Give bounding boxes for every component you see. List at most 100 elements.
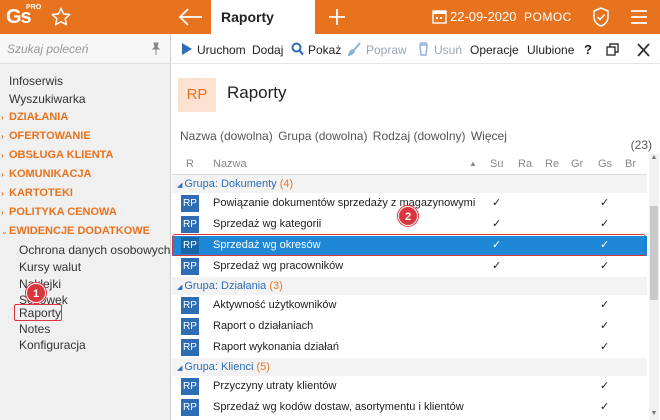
col-gr[interactable]: Gr — [571, 158, 583, 170]
search-input[interactable]: Szukaj poleceń — [7, 42, 88, 56]
col-re[interactable]: Re — [545, 158, 559, 170]
tab-raporty[interactable]: Raporty — [211, 0, 315, 34]
table-row[interactable]: RP Sprzedaż wg kodów dostaw, asortymentu … — [172, 398, 647, 418]
sidebar-item-infoserwis[interactable]: Infoserwis — [9, 74, 63, 88]
sidebar-item-kursy-walut[interactable]: Kursy walut — [19, 260, 81, 274]
help-button[interactable]: ? — [584, 42, 592, 57]
group-prefix: Grupa: — [184, 361, 218, 373]
check-gs-icon: ✓ — [600, 320, 610, 332]
group-label: ◢ Grupa: Dokumenty (4) — [177, 178, 293, 190]
group-header[interactable]: ◢ Grupa: Działania (3) — [172, 277, 647, 295]
report-icon: RP — [181, 195, 199, 212]
app-logo[interactable]: Gs PRO — [4, 4, 42, 32]
check-gs-icon: ✓ — [600, 218, 610, 230]
sidebar-item-notes[interactable]: Notes — [19, 322, 50, 336]
favorites-button[interactable]: Ulubione — [527, 43, 574, 57]
report-name: Powiązanie dokumentów sprzedaży z magazy… — [213, 197, 476, 209]
pin-icon[interactable] — [150, 42, 162, 56]
new-tab-plus-icon[interactable] — [326, 6, 348, 28]
sidebar-cat-polityka-cenowa[interactable]: › POLITYKA CENOWA — [1, 206, 117, 218]
check-gs-icon: ✓ — [600, 197, 610, 209]
help-link[interactable]: POMOC — [524, 10, 572, 24]
table-row[interactable]: RP Raport o działaniach ✓ — [172, 317, 647, 337]
shield-check-icon[interactable] — [592, 7, 610, 27]
table-row[interactable]: RP Aktywność użytkowników ✓ — [172, 296, 647, 316]
group-count: (4) — [279, 178, 294, 190]
play-icon[interactable] — [180, 42, 193, 56]
check-su-icon: ✓ — [492, 197, 502, 209]
check-gs-icon: ✓ — [600, 401, 610, 413]
report-name: Przyczyny utraty klientów — [213, 380, 337, 392]
col-su[interactable]: Su — [490, 158, 503, 170]
back-arrow-icon[interactable] — [178, 7, 204, 27]
report-icon: RP — [181, 297, 199, 314]
current-date[interactable]: 22-09-2020 — [450, 9, 517, 24]
annotation-highlight-row — [172, 234, 646, 256]
menu-hamburger-icon[interactable] — [630, 9, 648, 25]
scrollbar-thumb[interactable] — [650, 206, 658, 300]
sidebar-cat-komunikacja[interactable]: › KOMUNIKACJA — [1, 168, 92, 180]
group-prefix: Grupa: — [184, 280, 218, 292]
sidebar-item-konfiguracja[interactable]: Konfiguracja — [19, 338, 86, 352]
group-header[interactable]: ◢ Grupa: Dokumenty (4) — [172, 175, 647, 193]
table-row[interactable]: RP Raport wykonania działań ✓ — [172, 338, 647, 358]
group-header[interactable]: ◢ Grupa: Klienci (5) — [172, 358, 647, 376]
run-button[interactable]: Uruchom — [197, 43, 246, 57]
sidebar-cat-obsluga-klienta[interactable]: › OBSŁUGA KLIENTA — [1, 149, 114, 161]
sidebar-cat-ewidencje-dodatkowe[interactable]: ⌄EWIDENCJE DODATKOWE — [1, 225, 150, 237]
command-search[interactable]: Szukaj poleceń — [0, 34, 170, 64]
filter-group[interactable]: Grupa (dowolna) — [278, 129, 367, 143]
col-ra[interactable]: Ra — [518, 158, 532, 170]
favorite-star-icon[interactable] — [50, 6, 72, 28]
vertical-scrollbar[interactable]: ▲ ▼ — [649, 154, 659, 420]
restore-window-icon[interactable] — [606, 43, 619, 57]
page-title: Raporty — [227, 83, 287, 102]
filter-name[interactable]: Nazwa (dowolna) — [180, 129, 273, 143]
col-gs[interactable]: Gs — [598, 158, 612, 170]
filter-more[interactable]: Więcej — [471, 129, 507, 143]
sidebar-cat-dzialania[interactable]: › DZIAŁANIA — [1, 111, 68, 123]
brush-icon — [348, 42, 361, 56]
sidebar-cat-kartoteki[interactable]: › KARTOTEKI — [1, 187, 73, 199]
filter-kind[interactable]: Rodzaj (dowolny) — [373, 129, 466, 143]
sidebar-item-wyszukiwarka[interactable]: Wyszukiwarka — [9, 92, 86, 106]
check-su-icon: ✓ — [492, 260, 502, 272]
show-button[interactable]: Pokaż — [308, 43, 341, 57]
cat-label: OFERTOWANIE — [9, 130, 91, 142]
report-icon: RP — [181, 378, 199, 395]
toolbar: Uruchom Dodaj Pokaż Popraw Usuń Operacje… — [172, 34, 660, 64]
annotation-highlight-raporty — [14, 304, 62, 321]
table-row[interactable]: RP Sprzedaż wg pracowników ✓ ✓ — [172, 257, 647, 277]
calendar-icon[interactable] — [432, 9, 447, 24]
close-icon[interactable] — [637, 43, 650, 57]
logo-pro: PRO — [26, 4, 42, 11]
search-icon[interactable] — [291, 42, 304, 56]
report-name: Aktywność użytkowników — [213, 299, 337, 311]
report-name: Sprzedaż wg pracowników — [213, 260, 344, 272]
cat-label: KARTOTEKI — [9, 187, 73, 199]
group-name: Działania — [221, 280, 267, 292]
group-name: Klienci — [221, 361, 254, 373]
col-br[interactable]: Br — [625, 158, 636, 170]
scroll-up-icon[interactable]: ▲ — [649, 154, 659, 164]
report-name: Raport o działaniach — [213, 320, 314, 332]
add-button[interactable]: Dodaj — [252, 43, 283, 57]
fix-button: Popraw — [366, 43, 407, 57]
col-r[interactable]: R — [186, 158, 194, 170]
scroll-down-icon[interactable]: ▼ — [649, 410, 659, 420]
operations-button[interactable]: Operacje — [470, 43, 519, 57]
sidebar: Szukaj poleceń Infoserwis Wyszukiwarka ›… — [0, 34, 171, 420]
report-name: Sprzedaż wg kategorii — [213, 218, 322, 230]
check-gs-icon: ✓ — [600, 341, 610, 353]
sidebar-item-ochrona-danych[interactable]: Ochrona danych osobowych — [19, 243, 170, 257]
cat-label: EWIDENCJE DODATKOWE — [9, 225, 150, 237]
cat-label: KOMUNIKACJA — [9, 168, 92, 180]
table-row[interactable]: RP Przyczyny utraty klientów ✓ — [172, 377, 647, 397]
col-nazwa[interactable]: Nazwa — [213, 158, 247, 170]
main-panel: Uruchom Dodaj Pokaż Popraw Usuń Operacje… — [172, 34, 660, 420]
chevron-right-icon: › — [1, 189, 4, 198]
sidebar-cat-ofertowanie[interactable]: › OFERTOWANIE — [1, 130, 91, 142]
tab-title: Raporty — [221, 9, 274, 25]
cat-label: POLITYKA CENOWA — [9, 206, 117, 218]
sort-asc-icon[interactable]: ▲ — [469, 159, 477, 168]
